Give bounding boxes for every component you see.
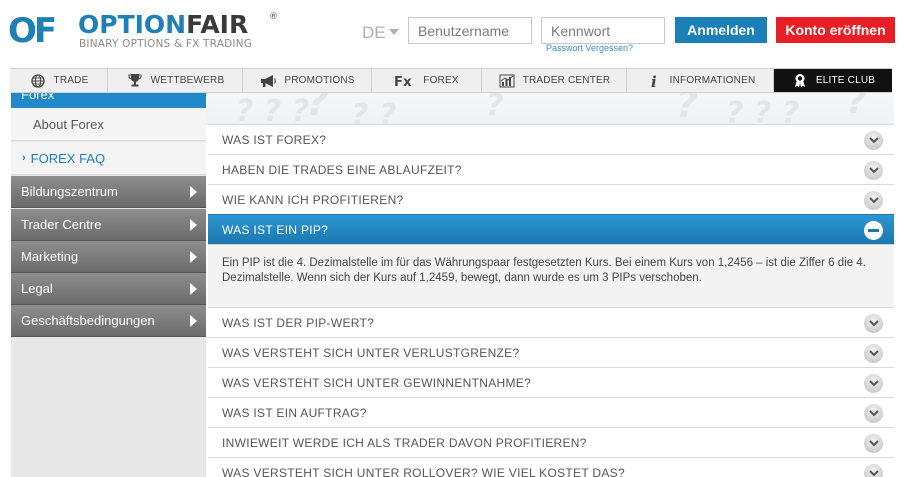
sidebar-item-trader-centre[interactable]: Trader Centre	[11, 209, 206, 241]
faq-question-text: WAS IST FOREX?	[222, 132, 327, 147]
logo-mark: OF	[8, 11, 57, 51]
decorative-banner: ? ? ? ? ? ? ? ? ? ? ? ?	[206, 93, 894, 125]
main-nav: TRADE WETTBEWERB PROMOTIONS Fx FOREX TRA…	[10, 68, 892, 93]
faq-question[interactable]: WAS VERSTEHT SICH UNTER ROLLOVER? WIE VI…	[208, 457, 894, 477]
sidebar-item-label: FOREX FAQ	[30, 150, 106, 166]
faq-question-text: WAS IST EIN AUFTRAG?	[222, 405, 367, 420]
logo-tagline: BINARY OPTIONS & FX TRADING	[79, 38, 253, 50]
trophy-icon	[126, 73, 144, 89]
arrow-right-icon	[190, 186, 197, 198]
site-header: OF OPTIONFAIR ® BINARY OPTIONS & FX TRAD…	[0, 0, 908, 68]
chevron-down-icon[interactable]	[864, 404, 883, 423]
chevron-right-icon: ›	[22, 152, 26, 164]
faq-question-text: WAS IST DER PIP-WERT?	[222, 315, 375, 330]
faq-question-text: INWIEWEIT WERDE ICH ALS TRADER DAVON PRO…	[222, 435, 587, 450]
nav-item-promotions[interactable]: PROMOTIONS	[243, 69, 372, 92]
sidebar-item-legal[interactable]: Legal	[11, 273, 206, 305]
arrow-right-icon	[190, 251, 197, 263]
chevron-down-icon[interactable]	[864, 314, 883, 333]
username-input[interactable]	[408, 17, 532, 44]
sidebar-item-forex[interactable]: Forex	[11, 93, 206, 108]
faq-question[interactable]: INWIEWEIT WERDE ICH ALS TRADER DAVON PRO…	[208, 427, 894, 457]
minus-icon[interactable]	[864, 221, 883, 240]
sidebar-item-marketing[interactable]: Marketing	[11, 241, 206, 273]
nav-label: TRADER CENTER	[522, 75, 611, 86]
sidebar: Forex About Forex › FOREX FAQ Bildungsze…	[11, 93, 206, 477]
nav-label: PROMOTIONS	[284, 75, 355, 86]
chevron-down-icon[interactable]	[864, 344, 883, 363]
faq-question[interactable]: WAS IST DER PIP-WERT?	[208, 307, 894, 337]
nav-item-elite-club[interactable]: ELITE CLUB	[774, 69, 892, 92]
faq-question[interactable]: HABEN DIE TRADES EINE ABLAUFZEIT?	[208, 154, 894, 184]
award-icon	[791, 73, 809, 89]
svg-text:i: i	[651, 73, 657, 89]
caret-down-icon	[388, 29, 399, 35]
globe-icon	[29, 73, 47, 89]
faq-question-text: WAS VERSTEHT SICH UNTER GEWINNENTNAHME?	[222, 375, 532, 390]
faq-question-text: WIE KANN ICH PROFITIEREN?	[222, 192, 404, 207]
forgot-password-link[interactable]: Passwort Vergessen?	[546, 43, 633, 53]
nav-item-wettbewerb[interactable]: WETTBEWERB	[108, 69, 243, 92]
faq-question[interactable]: WAS VERSTEHT SICH UNTER GEWINNENTNAHME?	[208, 367, 894, 397]
language-label: DE	[362, 23, 386, 42]
logo-wordmark: OPTIONFAIR	[78, 10, 249, 39]
chevron-down-icon[interactable]	[864, 191, 883, 210]
chevron-down-icon[interactable]	[864, 131, 883, 150]
password-input[interactable]	[541, 17, 665, 44]
faq-question[interactable]: WIE KANN ICH PROFITIEREN?	[208, 184, 894, 214]
arrow-right-icon	[190, 219, 197, 231]
chevron-down-icon[interactable]	[864, 374, 883, 393]
faq-question[interactable]: WAS VERSTEHT SICH UNTER VERLUSTGRENZE?	[208, 337, 894, 367]
sidebar-item-label: Forex	[21, 93, 55, 102]
chevron-down-icon[interactable]	[864, 434, 883, 453]
faq-question-text: WAS IST EIN PIP?	[222, 222, 329, 237]
nav-item-informationen[interactable]: i INFORMATIONEN	[627, 69, 774, 92]
nav-label: ELITE CLUB	[815, 75, 876, 86]
sidebar-item-label: Marketing	[21, 249, 79, 264]
sidebar-item-label: Geschäftsbedingungen	[21, 313, 155, 328]
nav-label: FOREX	[423, 75, 459, 86]
arrow-right-icon	[190, 315, 197, 327]
arrow-right-icon	[190, 283, 197, 295]
faq-question[interactable]: WAS IST FOREX?	[208, 124, 894, 154]
sidebar-subitem-about-forex[interactable]: About Forex	[11, 108, 206, 141]
info-icon: i	[645, 73, 663, 89]
sidebar-item-bildungszentrum[interactable]: Bildungszentrum	[11, 176, 206, 208]
sidebar-item-label: About Forex	[33, 116, 104, 132]
nav-item-trade[interactable]: TRADE	[10, 69, 108, 92]
chevron-down-icon[interactable]	[864, 464, 883, 477]
faq-question-expanded[interactable]: WAS IST EIN PIP?	[208, 214, 894, 244]
faq-accordion: WAS IST FOREX? HABEN DIE TRADES EINE ABL…	[208, 124, 894, 477]
faq-question-text: WAS VERSTEHT SICH UNTER ROLLOVER? WIE VI…	[222, 465, 625, 477]
faq-question[interactable]: WAS IST EIN AUFTRAG?	[208, 397, 894, 427]
login-button[interactable]: Anmelden	[675, 17, 767, 43]
nav-label: INFORMATIONEN	[669, 75, 756, 86]
sidebar-item-label: Bildungszentrum	[21, 184, 118, 199]
sidebar-item-label: Legal	[21, 281, 53, 296]
open-account-button[interactable]: Konto eröffnen	[776, 17, 895, 43]
faq-question-text: WAS VERSTEHT SICH UNTER VERLUSTGRENZE?	[222, 345, 520, 360]
nav-label: WETTBEWERB	[150, 75, 225, 86]
faq-answer: Ein PIP ist die 4. Dezimalstelle im für …	[208, 244, 894, 307]
megaphone-icon	[259, 73, 277, 89]
registered-mark: ®	[269, 12, 278, 22]
sidebar-item-geschaeftsbedingungen[interactable]: Geschäftsbedingungen	[11, 305, 206, 337]
nav-item-trader-center[interactable]: TRADER CENTER	[482, 69, 627, 92]
sidebar-item-label: Trader Centre	[21, 217, 102, 232]
chevron-down-icon[interactable]	[864, 161, 883, 180]
fx-icon: Fx	[394, 73, 416, 89]
nav-label: TRADE	[53, 75, 89, 86]
nav-item-forex[interactable]: Fx FOREX	[372, 69, 482, 92]
faq-question-text: HABEN DIE TRADES EINE ABLAUFZEIT?	[222, 162, 462, 177]
chart-icon	[498, 73, 516, 89]
svg-text:Fx: Fx	[394, 75, 412, 88]
sidebar-subitem-forex-faq[interactable]: › FOREX FAQ	[11, 142, 206, 175]
optionfair-logo[interactable]: OF OPTIONFAIR ® BINARY OPTIONS & FX TRAD…	[8, 12, 288, 52]
language-selector[interactable]: DE	[362, 23, 399, 43]
